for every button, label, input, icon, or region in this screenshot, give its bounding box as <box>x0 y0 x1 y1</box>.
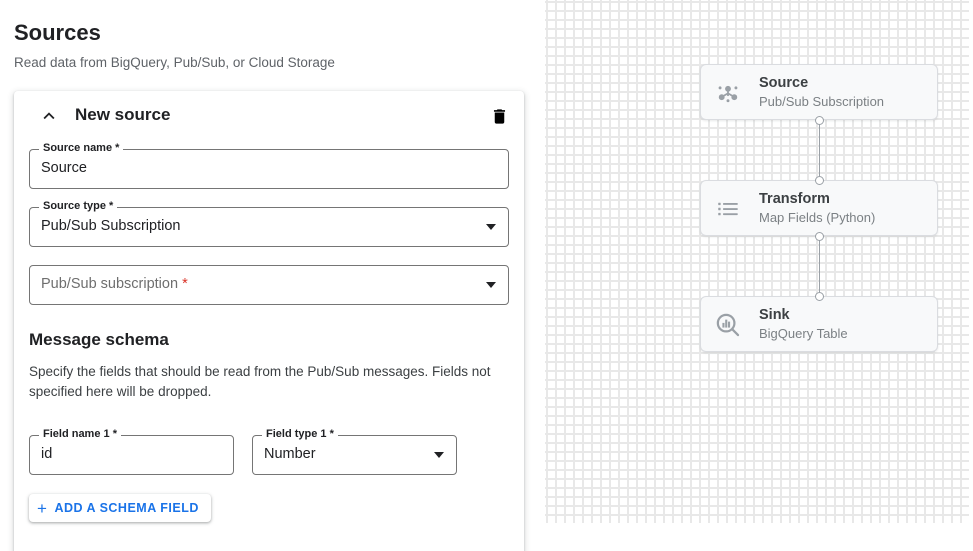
pubsub-subscription-placeholder-text: Pub/Sub subscription <box>41 276 178 292</box>
pipeline-canvas[interactable]: Source Pub/Sub Subscription Transform <box>545 0 969 523</box>
node-transform-title: Transform <box>759 191 830 207</box>
page-title: Sources <box>14 20 101 46</box>
required-asterisk: * <box>182 276 188 292</box>
port-sink-input[interactable] <box>815 292 824 301</box>
dropdown-arrow-icon[interactable] <box>486 224 496 230</box>
port-transform-input[interactable] <box>815 176 824 185</box>
chevron-up-icon[interactable] <box>38 105 60 127</box>
add-schema-field-label: ADD A SCHEMA FIELD <box>54 501 198 515</box>
sources-form-pane: Sources Read data from BigQuery, Pub/Sub… <box>0 0 540 551</box>
node-sink-title: Sink <box>759 307 790 323</box>
port-source-output[interactable] <box>815 116 824 125</box>
trash-icon[interactable] <box>486 103 512 129</box>
new-source-card-header[interactable]: New source <box>14 91 524 141</box>
message-schema-heading: Message schema <box>29 330 169 350</box>
source-name-label: Source name * <box>39 142 123 155</box>
new-source-title: New source <box>75 105 170 125</box>
source-type-label: Source type * <box>39 200 117 213</box>
bigquery-icon <box>713 310 743 340</box>
pubsub-hub-icon <box>713 78 743 108</box>
edge-transform-to-sink <box>819 236 821 296</box>
dropdown-arrow-icon[interactable] <box>486 282 496 288</box>
schema-field-type-value: Number <box>264 446 316 462</box>
pipeline-node-sink[interactable]: Sink BigQuery Table <box>700 296 938 352</box>
page-subtitle: Read data from BigQuery, Pub/Sub, or Clo… <box>14 55 335 70</box>
message-schema-description: Specify the fields that should be read f… <box>29 362 495 402</box>
source-name-field[interactable]: Source name * Source <box>29 149 509 189</box>
schema-field-type-label: Field type 1 * <box>262 428 338 441</box>
node-source-title: Source <box>759 75 808 91</box>
source-name-value: Source <box>41 160 87 176</box>
source-type-select[interactable]: Source type * Pub/Sub Subscription <box>29 207 509 247</box>
list-icon <box>713 194 743 224</box>
schema-field-name-input[interactable]: Field name 1 * id <box>29 435 234 475</box>
pubsub-subscription-placeholder: Pub/Sub subscription * <box>41 276 188 292</box>
new-source-card: New source Source name * Source Source t… <box>14 91 524 551</box>
node-sink-subtitle: BigQuery Table <box>759 326 848 341</box>
port-transform-output[interactable] <box>815 232 824 241</box>
schema-field-name-value: id <box>41 446 52 462</box>
node-transform-subtitle: Map Fields (Python) <box>759 210 875 225</box>
schema-field-type-select[interactable]: Field type 1 * Number <box>252 435 457 475</box>
pipeline-node-transform[interactable]: Transform Map Fields (Python) <box>700 180 938 236</box>
add-schema-field-button[interactable]: + ADD A SCHEMA FIELD <box>29 494 211 522</box>
plus-icon: + <box>37 500 47 517</box>
pipeline-node-source[interactable]: Source Pub/Sub Subscription <box>700 64 938 120</box>
schema-field-name-label: Field name 1 * <box>39 428 121 441</box>
pubsub-subscription-select[interactable]: Pub/Sub subscription * <box>29 265 509 305</box>
node-source-subtitle: Pub/Sub Subscription <box>759 94 884 109</box>
edge-source-to-transform <box>819 120 821 180</box>
dropdown-arrow-icon[interactable] <box>434 452 444 458</box>
app-root: Sources Read data from BigQuery, Pub/Sub… <box>0 0 973 551</box>
source-type-value: Pub/Sub Subscription <box>41 218 180 234</box>
